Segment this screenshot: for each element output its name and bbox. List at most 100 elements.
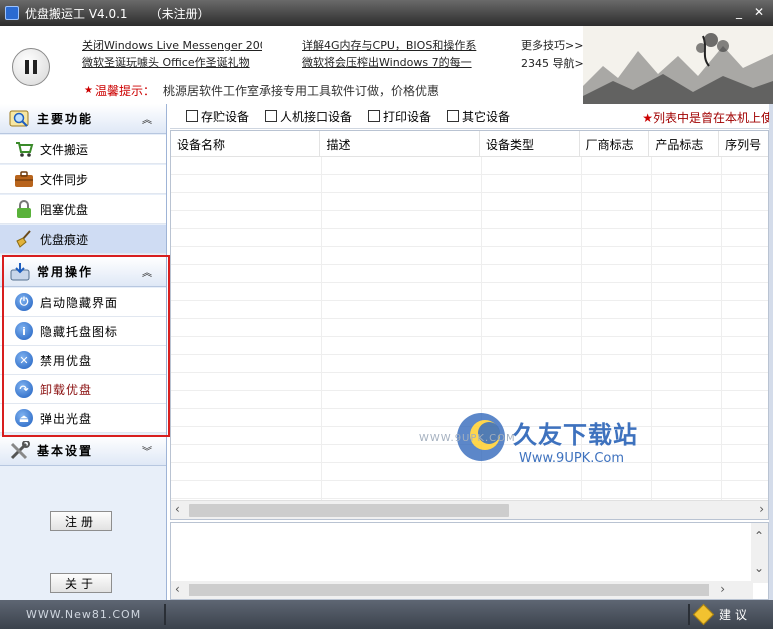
watermark-url: Www.9UPK.Com [519,451,625,466]
scroll-thumb[interactable] [189,584,709,596]
diamond-icon [692,603,715,626]
landscape-image [583,26,773,104]
more-tips-link[interactable]: 更多技巧>> [521,37,583,53]
sidebar-item-label: 阻塞优盘 [40,202,89,217]
sidebar-item-label: 优盘痕迹 [40,232,89,247]
checkbox-storage[interactable] [186,110,198,122]
op-unmount-usb[interactable]: ↷ 卸载优盘 [0,375,166,404]
op-label: 卸载优盘 [40,382,93,397]
sidebar-item-label: 文件同步 [40,172,89,187]
tools-icon [8,440,32,462]
briefcase-icon [14,169,34,189]
sidebar-item-block-usb[interactable]: 阻塞优盘 [0,195,166,224]
sidebar-item-usb-trace[interactable]: 优盘痕迹 [0,225,166,254]
filter-storage[interactable]: 存贮设备 [186,108,249,125]
chevron-down-icon: ︾ [142,447,152,458]
checkbox-hid[interactable] [265,110,278,122]
star-icon: ★ [642,111,653,125]
suggest-button[interactable]: 建议 [692,603,751,626]
sidebar-item-label: 文件搬运 [40,142,89,157]
suggest-label: 建议 [718,608,751,622]
group-basic-settings[interactable]: 基本设置 ︾ [0,436,166,466]
pause-icon [25,60,37,74]
op-eject-cd[interactable]: ⏏ 弹出光盘 [0,404,166,433]
device-table[interactable]: 设备名称 描述 设备类型 厂商标志 产品标志 序列号 WWW.9UPK.COM … [170,130,769,520]
star-icon: ★ [84,84,93,96]
chevron-up-icon: ︽ [142,268,152,279]
log-hscrollbar[interactable]: ‹ › [171,581,753,599]
watermark: WWW.9UPK.COM 久友下载站 Www.9UPK.Com [419,403,673,493]
checkbox-other[interactable] [447,110,460,122]
column-header-desc[interactable]: 描述 [320,131,480,157]
scroll-down-icon[interactable]: ⌄ [754,561,764,575]
title-bar: 优盘搬运工 V4.0.1 （未注册） _ ✕ [0,0,773,26]
eject-icon: ⏏ [15,409,33,427]
download-box-icon [8,261,32,283]
news-link-4[interactable]: 微软将会压榨出Windows 7的每一 [302,54,498,70]
right-splitter[interactable] [769,104,773,600]
op-hide-tray-icon[interactable]: i 隐藏托盘图标 [0,317,166,346]
column-header-product[interactable]: 产品标志 [649,131,720,157]
power-icon: ⏻ [15,293,33,311]
magnifier-icon [8,108,32,130]
sidebar-item-file-sync[interactable]: 文件同步 [0,165,166,194]
column-header-serial[interactable]: 序列号 [719,131,768,157]
app-icon [5,6,19,20]
scroll-left-icon[interactable]: ‹ [175,582,180,596]
news-link-3[interactable]: 详解4G内存与CPU，BIOS和操作系 [302,37,498,53]
checkbox-printer[interactable] [368,110,381,122]
filter-note: ★列表中是曾在本机上使 [642,109,773,126]
top-banner: 关闭Windows Live Messenger 2009 微软圣诞玩噱头 Of… [0,26,773,104]
scroll-up-icon[interactable]: ⌃ [754,529,764,543]
table-hscrollbar[interactable]: ‹ › [171,500,768,519]
scroll-left-icon[interactable]: ‹ [175,502,180,516]
info-icon: i [15,322,33,340]
log-panel[interactable]: ⌃ ⌄ ‹ › [170,522,769,600]
op-label: 禁用优盘 [40,353,93,368]
status-site: WWW.New81.COM [26,608,142,621]
minimize-button[interactable]: _ [731,4,747,20]
group-common-ops[interactable]: 常用操作 ︽ [0,257,166,287]
register-button[interactable]: 注册 [50,511,112,531]
op-disable-usb[interactable]: ✕ 禁用优盘 [0,346,166,375]
close-button[interactable]: ✕ [751,4,767,20]
filter-printer-label: 打印设备 [383,109,432,124]
filter-hid-label: 人机接口设备 [280,109,353,124]
group-ops-title: 常用操作 [37,265,94,279]
column-header-type[interactable]: 设备类型 [480,131,580,157]
scroll-thumb[interactable] [189,504,509,517]
filter-other-label: 其它设备 [462,109,511,124]
status-bar: WWW.New81.COM 建议 [0,600,773,629]
watermark-small: WWW.9UPK.COM [419,433,516,444]
group-main-title: 主要功能 [37,112,94,126]
filter-storage-label: 存贮设备 [201,109,250,124]
sidebar: 主要功能 ︽ 文件搬运 文件同步 阻塞优盘 优盘痕迹 常用操作 ︽ ⏻ 启动隐藏… [0,104,167,600]
register-status: （未注册） [149,6,210,21]
scroll-right-icon[interactable]: › [759,502,764,516]
op-show-hidden-ui[interactable]: ⏻ 启动隐藏界面 [0,288,166,317]
about-button[interactable]: 关于 [50,573,112,593]
filter-other[interactable]: 其它设备 [447,108,510,125]
tip-row: ★ 温馨提示： 桃源居软件工作室承接专用工具软件订做，价格优惠 [0,80,600,100]
group-main-functions[interactable]: 主要功能 ︽ [0,104,166,134]
column-header-vendor[interactable]: 厂商标志 [580,131,650,157]
window-title: 优盘搬运工 V4.0.1 [25,6,128,21]
table-header: 设备名称 描述 设备类型 厂商标志 产品标志 序列号 [171,131,768,157]
filter-hid[interactable]: 人机接口设备 [265,108,352,125]
tip-text: 桃源居软件工作室承接专用工具软件订做，价格优惠 [162,83,439,98]
lock-icon [14,199,34,219]
scroll-right-icon[interactable]: › [720,582,725,596]
cart-icon [14,139,34,159]
news-link-1[interactable]: 关闭Windows Live Messenger 2009 [82,37,262,53]
news-link-2[interactable]: 微软圣诞玩噱头 Office作圣诞礼物 [82,54,262,70]
op-label: 启动隐藏界面 [40,295,119,310]
close-circle-icon: ✕ [15,351,33,369]
filter-note-text: 列表中是曾在本机上使 [652,111,773,125]
column-header-name[interactable]: 设备名称 [171,131,321,157]
filter-printer[interactable]: 打印设备 [368,108,431,125]
device-filter-bar: 存贮设备 人机接口设备 打印设备 其它设备 ★列表中是曾在本机上使 [170,104,773,129]
sidebar-item-file-move[interactable]: 文件搬运 [0,135,166,164]
watermark-title: 久友下载站 [513,421,638,449]
log-vscrollbar[interactable]: ⌃ ⌄ [751,523,768,583]
op-label: 隐藏托盘图标 [40,324,119,339]
